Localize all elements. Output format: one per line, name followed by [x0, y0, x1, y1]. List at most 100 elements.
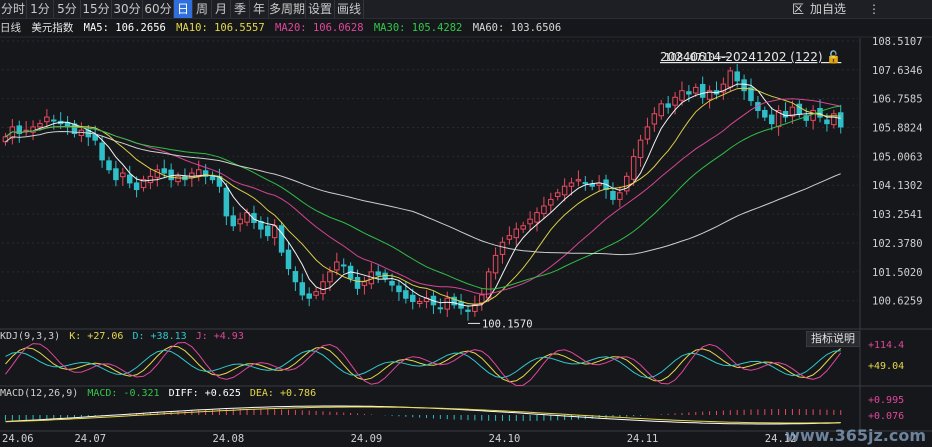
y-tick-8: 101.5020 [872, 267, 923, 279]
candle-body-32 [223, 187, 230, 217]
x-label-3: 24.09 [351, 433, 383, 445]
candle-body-42 [292, 271, 299, 283]
candle-body-27 [189, 172, 195, 179]
y-tick-0: 108.5107 [872, 36, 923, 48]
candle-body-48 [334, 261, 340, 271]
candle-body-34 [237, 218, 243, 225]
macd-diff: DIFF: +0.625 [168, 388, 241, 399]
candle-body-99 [686, 91, 692, 95]
kdj-label: KDJ(9,3,3) [0, 331, 61, 342]
macd-dea-line [5, 406, 841, 424]
candle-body-67 [465, 309, 471, 312]
candle-body-16 [113, 168, 119, 181]
candle-body-81 [561, 185, 568, 196]
candle-body-73 [506, 235, 513, 240]
candle-body-76 [527, 218, 533, 225]
kdj-legend: KDJ(9,3,3) K: +27.06 D: +38.13 J: +4.93 [0, 330, 247, 344]
candle-body-23 [161, 168, 167, 174]
y-tick-2: 106.7585 [872, 94, 923, 106]
candle-body-92 [637, 139, 644, 159]
candle-body-15 [106, 160, 112, 171]
macd-dea: DEA: +0.786 [249, 388, 317, 399]
candle-body-83 [575, 179, 582, 182]
candle-body-98 [679, 90, 685, 101]
candle-body-57 [396, 285, 402, 293]
candle-body-97 [672, 96, 678, 106]
candle-body-5 [37, 123, 43, 128]
ma-line-MA60 [5, 130, 841, 256]
candle-body-38 [265, 225, 271, 237]
x-label-5: 24.11 [627, 433, 659, 445]
candle-body-93 [644, 126, 651, 140]
low-label: 100.1570 [482, 318, 533, 330]
macd-label: MACD(12,26,9) [0, 388, 79, 399]
candle-body-43 [299, 282, 306, 296]
high-label: 108.0710 [664, 52, 715, 64]
kdj-d: D: +38.13 [132, 331, 187, 342]
watermark: www.365jz.com [785, 426, 926, 445]
y-tick-5: 104.1302 [872, 180, 923, 192]
candle-body-7 [51, 119, 57, 122]
ma-line-MA5 [5, 83, 841, 307]
x-label-2: 24.08 [213, 433, 245, 445]
candle-body-59 [409, 294, 416, 303]
candle-body-25 [175, 175, 181, 183]
x-label-4: 24.10 [489, 433, 521, 445]
candle-body-54 [375, 271, 381, 276]
candle-body-72 [499, 241, 506, 255]
candle-body-111 [768, 114, 775, 125]
candle-body-69 [479, 294, 485, 304]
kdj-k-line [5, 345, 842, 383]
kdj-axis-top: +114.4 [868, 340, 904, 351]
candle-body-64 [444, 297, 451, 310]
candle-body-40 [278, 225, 285, 253]
kdj-j: J: +4.93 [195, 331, 244, 342]
candle-body-89 [617, 192, 623, 200]
candle-body-110 [762, 109, 768, 118]
macd-axis-mid: +0.076 [868, 411, 904, 422]
y-tick-4: 105.0063 [872, 151, 923, 163]
candle-body-107 [741, 79, 747, 92]
candle-body-24 [168, 169, 174, 181]
macd-value: MACD: -0.321 [87, 388, 160, 399]
macd-legend: MACD(12,26,9) MACD: -0.321 DIFF: +0.625 … [0, 387, 319, 401]
candle-body-115 [796, 103, 803, 115]
candle-body-94 [651, 113, 658, 125]
candle-body-46 [320, 281, 326, 295]
candle-body-58 [403, 290, 409, 299]
candle-body-51 [354, 276, 361, 289]
candle-body-82 [568, 182, 575, 187]
candle-body-74 [513, 228, 520, 239]
candle-body-45 [313, 291, 319, 296]
candle-body-95 [658, 103, 665, 117]
candle-body-118 [817, 107, 823, 118]
candle-body-121 [837, 112, 844, 128]
y-tick-6: 103.2541 [872, 209, 923, 221]
kline-chart[interactable]: 108.5107 107.6346 106.7585 105.8824 105.0063… [0, 0, 932, 447]
candle-body-88 [610, 191, 616, 200]
y-tick-3: 105.8824 [872, 123, 923, 135]
candle-body-84 [582, 182, 589, 185]
candle-body-77 [534, 212, 540, 223]
candle-body-79 [548, 198, 554, 206]
candle-body-3 [23, 129, 29, 132]
candle-body-80 [554, 192, 561, 197]
candle-body-60 [416, 301, 423, 305]
candle-body-6 [44, 116, 50, 123]
candle-body-101 [699, 83, 706, 98]
candle-body-21 [147, 175, 154, 184]
candle-body-44 [306, 293, 312, 299]
candle-body-105 [727, 70, 734, 88]
kdj-k: K: +27.06 [69, 331, 124, 342]
candle-body-63 [437, 307, 444, 310]
candle-body-19 [133, 182, 140, 191]
ma-line-MA30 [5, 105, 841, 290]
candle-body-49 [340, 264, 347, 267]
candle-body-47 [327, 271, 333, 283]
x-label-0: 24.06 [2, 433, 34, 445]
candle-body-71 [492, 254, 499, 274]
candle-body-100 [693, 86, 699, 94]
candle-body-41 [285, 249, 292, 270]
candle-body-117 [810, 109, 816, 121]
indicator-help-button[interactable]: 指标说明 [806, 331, 860, 347]
